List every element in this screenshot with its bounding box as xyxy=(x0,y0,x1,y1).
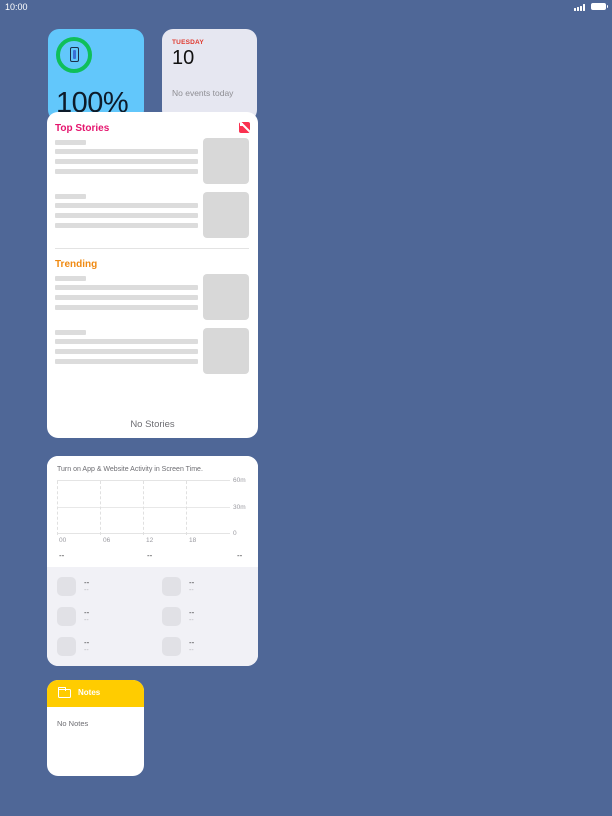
app-usage-detail: -- xyxy=(84,647,89,654)
story-thumbnail xyxy=(203,138,249,184)
folder-icon xyxy=(57,687,71,698)
app-usage-detail: -- xyxy=(189,647,194,654)
story-placeholder xyxy=(55,328,249,376)
screen-time-message: Turn on App & Website Activity in Screen… xyxy=(57,466,203,473)
notes-title: Notes xyxy=(78,688,101,697)
battery-icon xyxy=(591,3,608,10)
signal-icon xyxy=(574,4,586,11)
app-usage-value: -- xyxy=(84,608,90,617)
status-time: 10:00 xyxy=(5,2,28,12)
app-icon-placeholder xyxy=(57,637,76,656)
app-usage-value: -- xyxy=(189,638,195,647)
summary-value: -- xyxy=(147,551,153,560)
app-usage-value: -- xyxy=(84,638,90,647)
story-thumbnail xyxy=(203,274,249,320)
chart-gridline xyxy=(100,481,101,535)
story-thumbnail xyxy=(203,192,249,238)
x-axis-label: 00 xyxy=(59,537,67,544)
no-stories-text: No Stories xyxy=(130,419,175,430)
calendar-weekday: TUESDAY xyxy=(172,39,204,46)
app-usage-item: -- -- xyxy=(57,637,147,657)
app-usage-item: -- -- xyxy=(162,637,252,657)
chart-gridline xyxy=(186,481,187,535)
app-usage-value: -- xyxy=(84,578,90,587)
story-thumbnail xyxy=(203,328,249,374)
x-axis-label: 12 xyxy=(146,537,154,544)
app-usage-list: -- -- -- -- -- -- -- -- -- -- -- -- xyxy=(47,567,258,666)
calendar-events-text: No events today xyxy=(172,88,234,98)
app-usage-detail: -- xyxy=(189,617,194,624)
top-stories-heading: Top Stories xyxy=(55,123,110,134)
app-usage-value: -- xyxy=(189,578,195,587)
section-divider xyxy=(55,248,249,249)
screen-time-chart-area: Turn on App & Website Activity in Screen… xyxy=(47,456,258,567)
notes-widget[interactable]: Notes No Notes xyxy=(47,680,144,776)
trending-heading: Trending xyxy=(55,259,98,270)
batteries-widget[interactable]: 100% xyxy=(48,29,144,121)
calendar-widget[interactable]: TUESDAY 10 No events today xyxy=(162,29,257,121)
story-placeholder xyxy=(55,274,249,322)
app-icon-placeholder xyxy=(57,607,76,626)
chart-gridline xyxy=(57,481,58,535)
news-widget[interactable]: Top Stories Trending No Stories xyxy=(47,112,258,438)
story-placeholder xyxy=(55,138,249,186)
usage-chart xyxy=(57,480,230,535)
battery-level-ring xyxy=(56,37,92,73)
app-usage-item: -- -- xyxy=(57,607,147,627)
x-axis-label: 06 xyxy=(103,537,111,544)
app-icon-placeholder xyxy=(57,577,76,596)
app-icon-placeholder xyxy=(162,637,181,656)
x-axis-label: 18 xyxy=(189,537,197,544)
y-axis-label: 60m xyxy=(233,477,246,484)
app-icon-placeholder xyxy=(162,607,181,626)
app-usage-item: -- -- xyxy=(162,577,252,597)
chart-gridline xyxy=(143,481,144,535)
calendar-date: 10 xyxy=(172,47,195,69)
no-notes-text: No Notes xyxy=(57,719,89,728)
app-usage-detail: -- xyxy=(189,587,194,594)
news-icon xyxy=(239,122,250,133)
y-axis-label: 0 xyxy=(233,530,237,537)
app-usage-item: -- -- xyxy=(57,577,147,597)
y-axis-label: 30m xyxy=(233,504,246,511)
app-icon-placeholder xyxy=(162,577,181,596)
app-usage-detail: -- xyxy=(84,617,89,624)
summary-value: -- xyxy=(237,551,243,560)
app-usage-item: -- -- xyxy=(162,607,252,627)
iphone-icon xyxy=(70,47,79,62)
app-usage-detail: -- xyxy=(84,587,89,594)
app-usage-value: -- xyxy=(189,608,195,617)
summary-value: -- xyxy=(59,551,65,560)
status-bar: 10:00 xyxy=(0,0,612,14)
story-placeholder xyxy=(55,192,249,240)
notes-header: Notes xyxy=(47,680,144,707)
screen-time-widget[interactable]: Turn on App & Website Activity in Screen… xyxy=(47,456,258,666)
